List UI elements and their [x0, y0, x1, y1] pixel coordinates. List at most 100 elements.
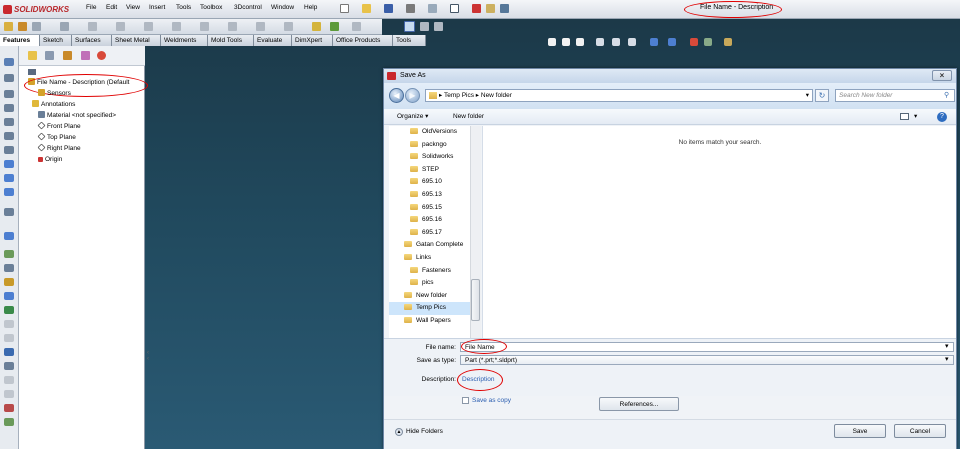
- trim-icon[interactable]: [4, 208, 14, 216]
- chamfer-icon[interactable]: [116, 22, 125, 31]
- menu-3dcontrol[interactable]: 3Dcontrol: [234, 4, 262, 11]
- breadcrumb-temp-pics[interactable]: Temp Pics: [444, 92, 474, 99]
- menu-view[interactable]: View: [126, 4, 140, 11]
- new-document-icon[interactable]: [340, 4, 349, 13]
- reference-geometry-icon[interactable]: [312, 22, 321, 31]
- edit-appearance-icon[interactable]: [668, 38, 676, 46]
- save-as-type-dropdown-icon[interactable]: ▾: [945, 355, 949, 363]
- back-button[interactable]: ◀: [389, 88, 404, 103]
- select-icon[interactable]: [450, 4, 459, 13]
- references-button[interactable]: References...: [599, 397, 679, 411]
- tab-features[interactable]: Features: [0, 35, 40, 46]
- measure-icon[interactable]: [4, 362, 14, 370]
- tab-tools[interactable]: Tools: [393, 35, 426, 46]
- rebuild-icon[interactable]: [472, 4, 481, 13]
- undo-icon[interactable]: [428, 4, 437, 13]
- tab-mold-tools[interactable]: Mold Tools: [208, 35, 254, 46]
- menu-file[interactable]: File: [86, 4, 96, 11]
- menu-help[interactable]: Help: [304, 4, 317, 11]
- zoom-to-area-icon[interactable]: [562, 38, 570, 46]
- repair-sketch-icon[interactable]: [4, 334, 14, 342]
- tree-item-origin[interactable]: Origin: [38, 155, 62, 164]
- address-dropdown-icon[interactable]: ▾: [806, 90, 809, 102]
- save-button[interactable]: Save: [834, 424, 886, 438]
- view-orientation-icon[interactable]: [612, 38, 620, 46]
- menu-edit[interactable]: Edit: [106, 4, 117, 11]
- instant3d-icon[interactable]: [352, 22, 361, 31]
- search-icon[interactable]: ⚲: [944, 91, 949, 99]
- check-icon[interactable]: [4, 404, 14, 412]
- fillet-icon[interactable]: [88, 22, 97, 31]
- revolve-icon[interactable]: [18, 22, 27, 31]
- text-icon[interactable]: [4, 232, 14, 240]
- file-properties-icon[interactable]: [486, 4, 495, 13]
- realview-icon[interactable]: [724, 38, 732, 46]
- pattern-icon[interactable]: [144, 22, 153, 31]
- close-button[interactable]: ×: [932, 70, 952, 81]
- cut-icon[interactable]: [420, 22, 429, 31]
- new-folder-button[interactable]: New folder: [453, 109, 484, 125]
- tree-item-top-plane[interactable]: Top Plane: [37, 132, 76, 142]
- polygon-icon[interactable]: [4, 160, 14, 168]
- convert-entities-icon[interactable]: [4, 264, 14, 272]
- chevron-up-icon[interactable]: ▲: [395, 428, 403, 436]
- shell-icon[interactable]: [200, 22, 209, 31]
- organize-button[interactable]: Organize ▾: [397, 109, 428, 125]
- line-icon[interactable]: [4, 90, 14, 98]
- tree-item-annotations[interactable]: Annotations: [32, 100, 75, 109]
- tab-dimxpert[interactable]: DimXpert: [292, 35, 333, 46]
- tab-weldments[interactable]: Weldments: [161, 35, 208, 46]
- section-view-icon[interactable]: [596, 38, 604, 46]
- open-icon[interactable]: [362, 4, 371, 13]
- spline-icon[interactable]: [4, 146, 14, 154]
- save-as-copy-label[interactable]: Save as copy: [472, 397, 511, 404]
- previous-view-icon[interactable]: [576, 38, 584, 46]
- arc-icon[interactable]: [4, 132, 14, 140]
- tree-item-right-plane[interactable]: Right Plane: [37, 143, 81, 153]
- display-manager-tab-icon[interactable]: [97, 51, 106, 60]
- filter-icon[interactable]: [28, 69, 36, 75]
- menu-window[interactable]: Window: [271, 4, 294, 11]
- rectangle-icon[interactable]: [4, 104, 14, 112]
- linear-pattern-icon[interactable]: [4, 292, 14, 300]
- section-properties-icon[interactable]: [4, 390, 14, 398]
- relations-icon[interactable]: [4, 320, 14, 328]
- extrude-icon[interactable]: [4, 22, 13, 31]
- draft-icon[interactable]: [256, 22, 265, 31]
- slot-icon[interactable]: [4, 174, 14, 182]
- forward-button[interactable]: ▶: [405, 88, 420, 103]
- mass-properties-icon[interactable]: [4, 376, 14, 384]
- configuration-manager-tab-icon[interactable]: [63, 51, 72, 60]
- property-manager-tab-icon[interactable]: [45, 51, 54, 60]
- breadcrumb-new-folder[interactable]: New folder: [481, 92, 512, 99]
- tab-sheet-metal[interactable]: Sheet Metal: [112, 35, 161, 46]
- hole-icon[interactable]: [284, 22, 293, 31]
- options-icon[interactable]: [500, 4, 509, 13]
- dimxpert-manager-tab-icon[interactable]: [81, 51, 90, 60]
- wrap-icon[interactable]: [434, 22, 443, 31]
- cancel-button[interactable]: Cancel: [894, 424, 946, 438]
- save-icon[interactable]: [384, 4, 393, 13]
- zoom-to-fit-icon[interactable]: [548, 38, 556, 46]
- move-entities-icon[interactable]: [4, 306, 14, 314]
- folder-item-selected[interactable]: Temp Pics: [389, 302, 475, 315]
- file-name-input[interactable]: File Name: [460, 342, 954, 352]
- apply-scene-icon[interactable]: [690, 38, 698, 46]
- feature-manager-tab-icon[interactable]: [28, 51, 37, 60]
- mirror-icon[interactable]: [172, 22, 181, 31]
- print-icon[interactable]: [406, 4, 415, 13]
- sweep-icon[interactable]: [32, 22, 41, 31]
- views-icon[interactable]: [900, 113, 909, 120]
- loft-icon[interactable]: [60, 22, 69, 31]
- menu-tools[interactable]: Tools: [176, 4, 191, 11]
- tab-surfaces[interactable]: Surfaces: [72, 35, 112, 46]
- display-style-icon[interactable]: [628, 38, 636, 46]
- hide-folders-button[interactable]: Hide Folders: [406, 428, 443, 435]
- instant3d-toggle-icon[interactable]: [404, 21, 415, 32]
- help-icon[interactable]: ?: [937, 112, 947, 122]
- hide-show-items-icon[interactable]: [650, 38, 658, 46]
- tab-sketch[interactable]: Sketch: [40, 35, 72, 46]
- rib-icon[interactable]: [228, 22, 237, 31]
- geometry-analysis-icon[interactable]: [4, 418, 14, 426]
- point-icon[interactable]: [4, 188, 14, 196]
